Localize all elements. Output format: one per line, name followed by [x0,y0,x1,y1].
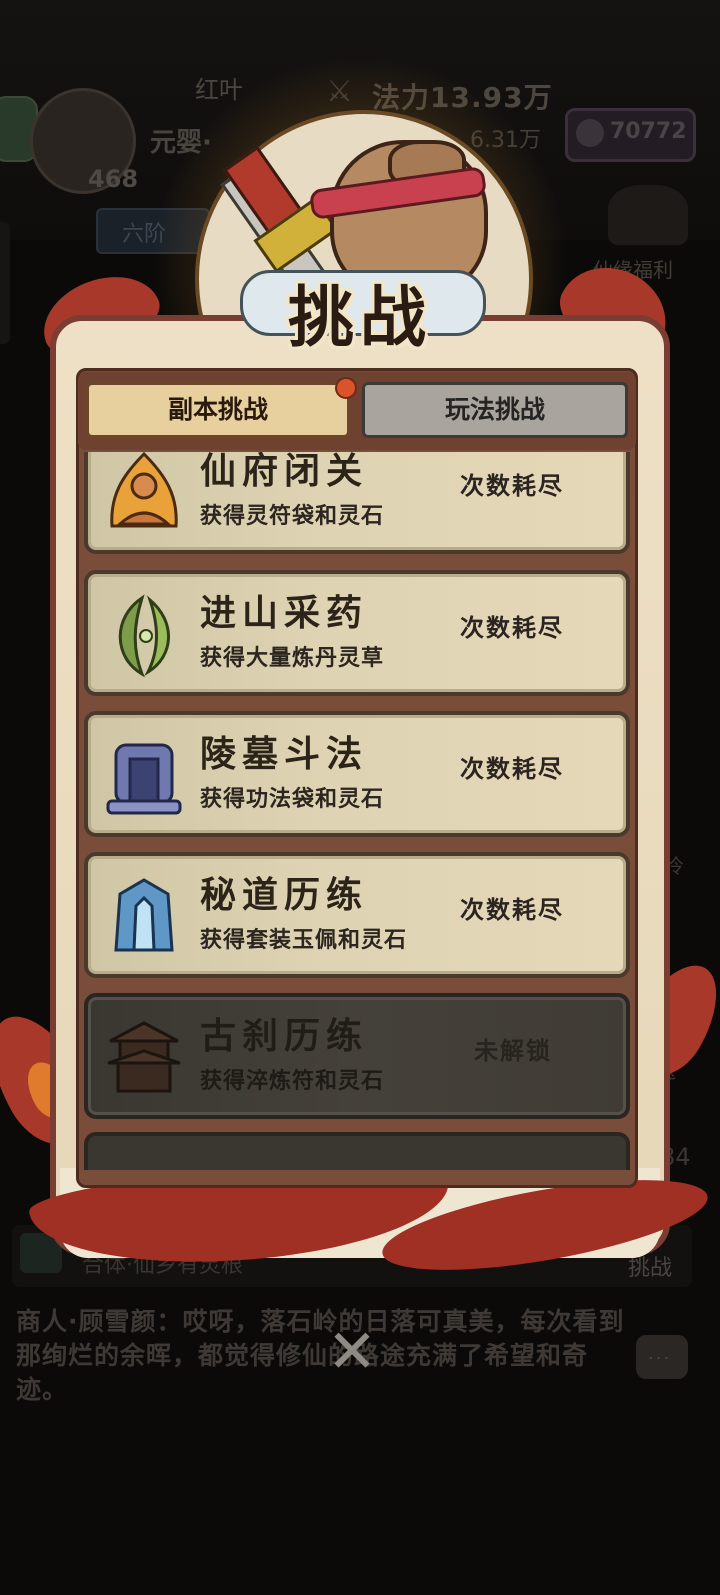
chat-icon[interactable]: ... [636,1335,688,1379]
left-dock-handle[interactable] [0,222,10,344]
tab-dungeon-challenge[interactable]: 副本挑战 [86,382,350,438]
item-title: 陵墓斗法 [200,733,369,775]
herb-leaf-icon [118,594,170,678]
tomb-gate-icon [106,743,182,815]
item-title: 古刹历练 [200,1015,369,1057]
item-status: 次数耗尽 [460,614,564,642]
challenge-item-gucha[interactable]: 古刹历练 获得淬炼符和灵石 未解锁 [84,993,630,1119]
close-icon[interactable]: ✕ [322,1322,382,1382]
challenge-item-caiyao[interactable]: 进山采药 获得大量炼丹灵草 次数耗尽 [84,570,630,696]
currency-value: 70772 [610,119,687,144]
meditating-monk-icon [110,452,178,528]
challenge-item-midao[interactable]: 秘道历练 获得套装玉佩和灵石 次数耗尽 [84,852,630,978]
item-title: 进山采药 [200,592,369,634]
challenge-item-partial[interactable] [84,1132,630,1170]
notification-dot [335,377,357,399]
npc-dialog-text: 商人·顾雪颜：哎呀，落石岭的日落可真美，每次看到那绚烂的余晖，都觉得修仙的路途充… [16,1307,625,1404]
item-desc: 获得大量炼丹灵草 [200,646,385,671]
item-status: 未解锁 [474,1037,552,1065]
currency-display[interactable]: 70772 [565,108,696,162]
chat-icon-dots: ... [648,1343,672,1364]
pagoda-temple-icon [107,1021,181,1093]
item-title: 秘道历练 [200,874,369,916]
item-title: 仙府闭关 [200,452,369,492]
item-desc: 获得淬炼符和灵石 [200,1069,385,1094]
item-desc: 获得灵符袋和灵石 [200,504,385,529]
fortune-tree-icon[interactable] [608,185,688,245]
player-level: 468 [88,165,139,193]
popup-title: 挑战 [288,278,432,356]
challenge-item-lingmu[interactable]: 陵墓斗法 获得功法袋和灵石 次数耗尽 [84,711,630,837]
crystal-portal-icon [114,878,174,952]
tab-gameplay-challenge[interactable]: 玩法挑战 [362,382,628,438]
item-status: 次数耗尽 [460,755,564,783]
challenge-item-xianfu[interactable]: 仙府闭关 获得灵符袋和灵石 次数耗尽 [84,452,630,554]
item-status: 次数耗尽 [460,896,564,924]
spirit-stone-icon [576,119,604,147]
item-desc: 获得功法袋和灵石 [200,787,385,812]
item-desc: 获得套装玉佩和灵石 [200,928,408,953]
challenge-list[interactable]: 仙府闭关 获得灵符袋和灵石 次数耗尽 进山采药 获得大量炼丹灵草 次数耗尽 陵墓… [80,452,634,1170]
item-status: 次数耗尽 [460,472,564,500]
